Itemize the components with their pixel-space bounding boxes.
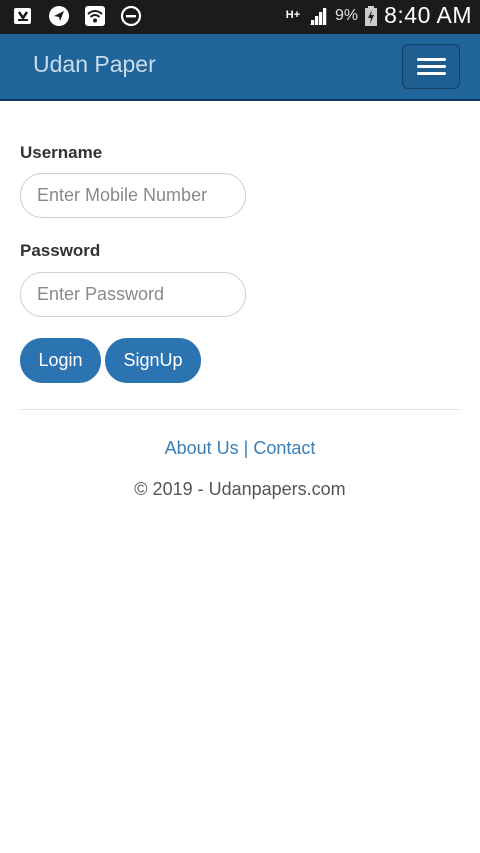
brand-link[interactable]: Udan Paper xyxy=(33,51,156,78)
status-time: 8:40 AM xyxy=(384,2,472,28)
do-not-disturb-icon xyxy=(120,5,142,27)
status-bar-notifications xyxy=(12,5,142,27)
hamburger-menu-icon xyxy=(417,65,446,68)
footer-separator: | xyxy=(243,438,249,458)
divider xyxy=(20,409,460,410)
username-label: Username xyxy=(20,143,103,162)
wifi-icon xyxy=(84,5,106,27)
about-us-link[interactable]: About Us xyxy=(165,438,239,458)
password-label: Password xyxy=(20,241,101,260)
password-input[interactable] xyxy=(20,272,246,317)
username-input[interactable] xyxy=(20,173,246,218)
footer-links: About Us | Contact xyxy=(0,438,480,459)
login-button[interactable]: Login xyxy=(20,338,101,383)
hamburger-menu-icon xyxy=(417,72,446,75)
navbar: Udan Paper xyxy=(0,34,480,101)
navigation-icon xyxy=(48,5,70,27)
network-type: H+ xyxy=(285,9,301,21)
contact-link[interactable]: Contact xyxy=(253,438,315,458)
hamburger-menu-icon xyxy=(417,58,446,61)
signup-button[interactable]: SignUp xyxy=(105,338,201,383)
menu-toggle-button[interactable] xyxy=(402,44,460,89)
signal-icon xyxy=(307,5,329,27)
status-bar-system: H+ 9% 8:40 AM xyxy=(285,2,472,29)
copyright-text: © 2019 - Udanpapers.com xyxy=(134,479,346,499)
battery-charging-icon xyxy=(364,5,378,27)
status-bar: H+ 9% 8:40 AM xyxy=(0,0,480,34)
download-notification-icon xyxy=(12,5,34,27)
battery-percent: 9% xyxy=(334,6,359,24)
